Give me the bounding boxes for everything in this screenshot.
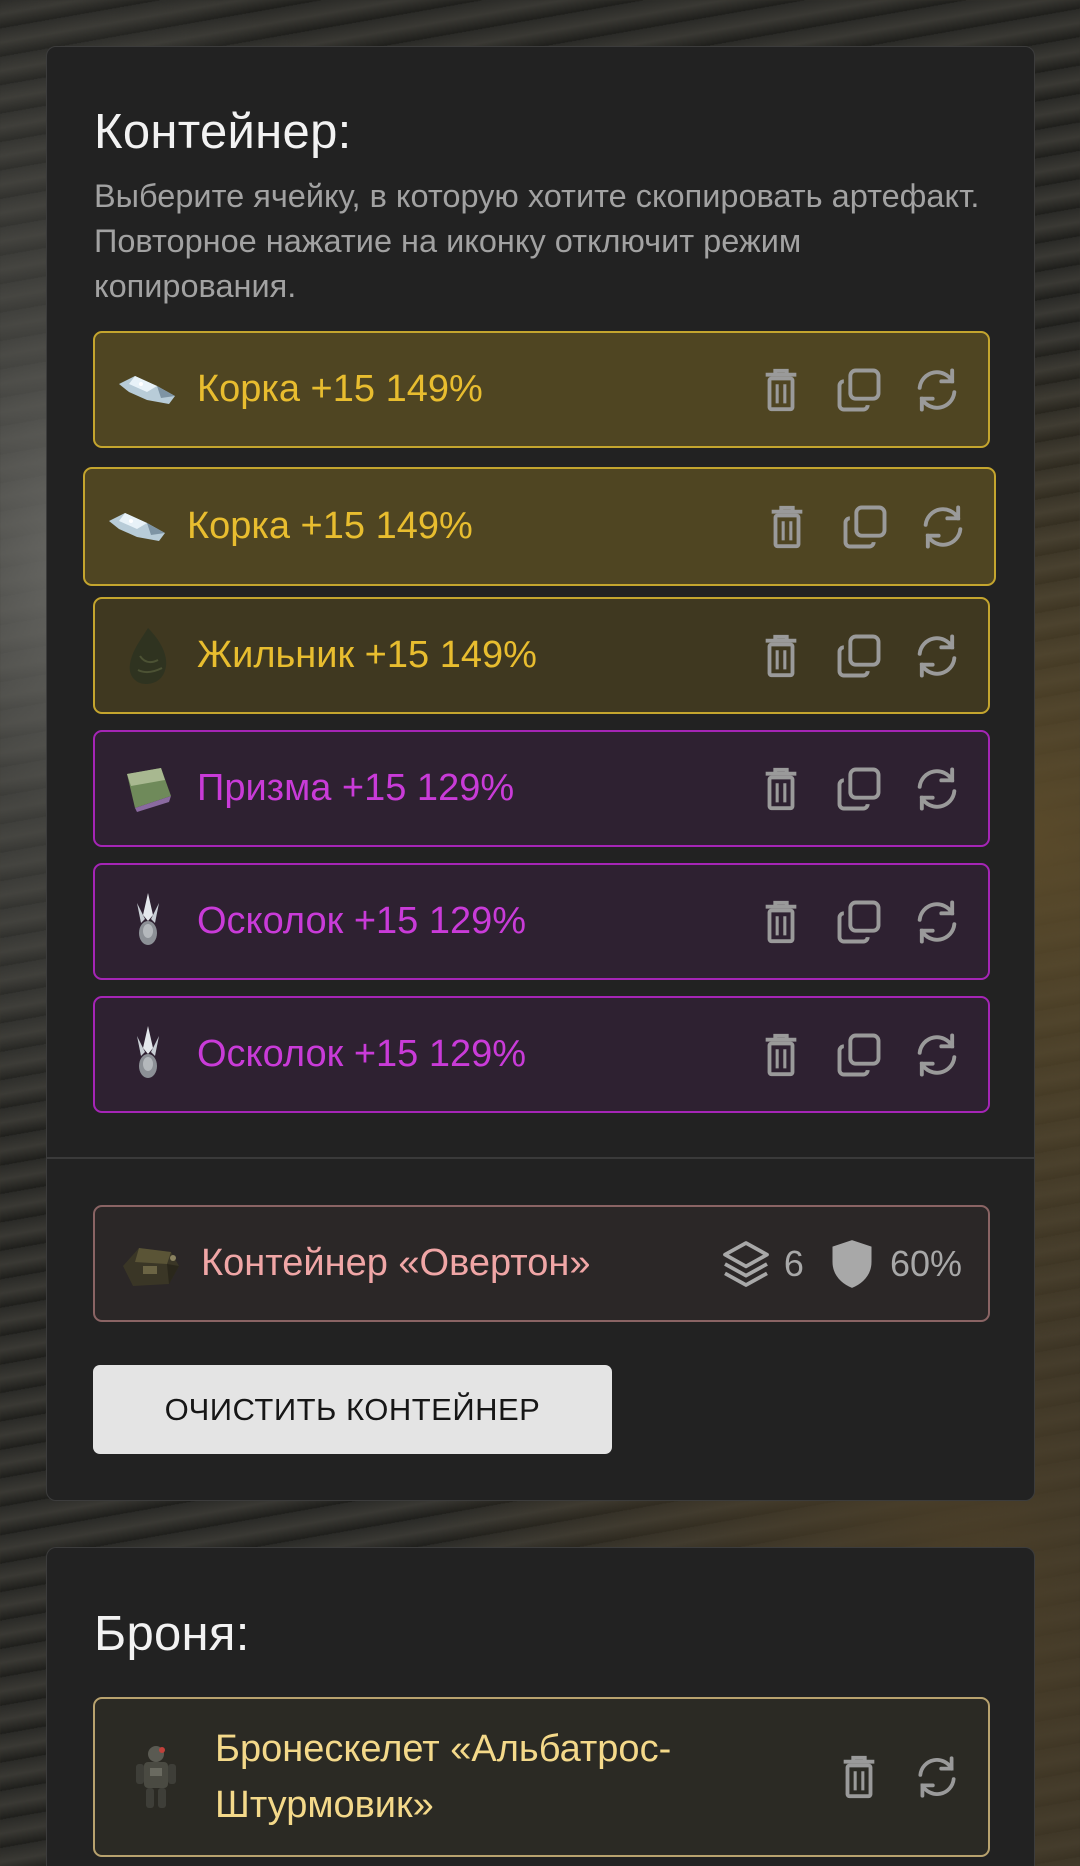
oskolok-artifact-icon [117, 1024, 179, 1086]
container-title: Контейнер: [94, 105, 352, 159]
copy-artifact-button[interactable] [832, 629, 886, 683]
container-protection-value: 60% [889, 1242, 962, 1284]
trash-icon [761, 1032, 801, 1078]
korka-artifact-icon [117, 359, 179, 421]
container-protection-stat: 60% [830, 1238, 962, 1290]
container-slots-count: 6 [783, 1242, 804, 1284]
copy-icon [833, 896, 885, 948]
armor-panel: Броня: Бронескелет «Альбатрос-Штурмовик» [46, 1547, 1035, 1866]
copy-icon [833, 1029, 885, 1081]
prizma-artifact-icon [117, 758, 179, 820]
artifact-slot-label: Корка +15 149% [187, 505, 473, 547]
copy-artifact-button[interactable] [832, 363, 886, 417]
zhilnik-artifact-icon [117, 625, 179, 687]
refresh-icon [911, 364, 963, 416]
armor-item[interactable]: Бронескелет «Альбатрос-Штурмовик» [93, 1697, 990, 1857]
replace-artifact-button[interactable] [910, 762, 964, 816]
replace-artifact-button[interactable] [916, 500, 970, 554]
trash-icon [761, 766, 801, 812]
artifact-slot-label: Жильник +15 149% [197, 634, 537, 676]
delete-artifact-button[interactable] [760, 500, 814, 554]
copy-icon [839, 501, 891, 553]
artifact-slot-label: Осколок +15 129% [197, 900, 527, 942]
artifact-slot[interactable]: Жильник +15 149% [93, 597, 990, 714]
layers-icon [718, 1236, 774, 1292]
container-item-label: Контейнер «Овертон» [201, 1242, 591, 1284]
artifact-slot[interactable]: Призма +15 129% [93, 730, 990, 847]
delete-artifact-button[interactable] [754, 1028, 808, 1082]
copy-icon [833, 364, 885, 416]
section-divider [47, 1157, 1034, 1159]
overton-container-icon [117, 1233, 183, 1295]
shield-icon [830, 1238, 874, 1290]
trash-icon [767, 504, 807, 550]
replace-armor-button[interactable] [910, 1750, 964, 1804]
trash-icon [761, 367, 801, 413]
artifact-slot[interactable]: Корка +15 149% [93, 331, 990, 448]
armor-title: Броня: [94, 1607, 250, 1661]
container-slots-stat: 6 [718, 1236, 804, 1292]
delete-artifact-button[interactable] [754, 762, 808, 816]
refresh-icon [911, 763, 963, 815]
oskolok-artifact-icon [117, 891, 179, 953]
copy-artifact-button[interactable] [832, 1028, 886, 1082]
delete-artifact-button[interactable] [754, 629, 808, 683]
container-description: Выберите ячейку, в которую хотите скопир… [94, 178, 980, 304]
replace-artifact-button[interactable] [910, 629, 964, 683]
copy-icon [833, 630, 885, 682]
copy-artifact-button[interactable] [832, 895, 886, 949]
armor-item-label: Бронескелет «Альбатрос-Штурмовик» [215, 1728, 672, 1826]
korka-artifact-icon [107, 496, 169, 558]
artifact-slot[interactable]: Осколок +15 129% [93, 996, 990, 1113]
refresh-icon [911, 896, 963, 948]
artifact-slot[interactable]: Корка +15 149% [83, 467, 996, 586]
refresh-icon [911, 630, 963, 682]
trash-icon [761, 633, 801, 679]
trash-icon [839, 1754, 879, 1800]
clear-container-button[interactable]: ОЧИСТИТЬ КОНТЕЙНЕР [93, 1365, 612, 1454]
albatros-armor-icon [125, 1746, 187, 1808]
replace-artifact-button[interactable] [910, 895, 964, 949]
delete-artifact-button[interactable] [754, 363, 808, 417]
artifact-slot[interactable]: Осколок +15 129% [93, 863, 990, 980]
replace-artifact-button[interactable] [910, 363, 964, 417]
delete-armor-button[interactable] [832, 1750, 886, 1804]
delete-artifact-button[interactable] [754, 895, 808, 949]
container-item[interactable]: Контейнер «Овертон» 6 60% [93, 1205, 990, 1322]
copy-icon [833, 763, 885, 815]
artifact-slot-label: Призма +15 129% [197, 767, 515, 809]
refresh-icon [912, 1752, 962, 1802]
artifact-slot-label: Осколок +15 129% [197, 1033, 527, 1075]
artifact-slot-label: Корка +15 149% [197, 368, 483, 410]
trash-icon [761, 899, 801, 945]
refresh-icon [917, 501, 969, 553]
container-panel: Контейнер: Выберите ячейку, в которую хо… [46, 46, 1035, 1501]
replace-artifact-button[interactable] [910, 1028, 964, 1082]
copy-artifact-button[interactable] [838, 500, 892, 554]
copy-artifact-button[interactable] [832, 762, 886, 816]
refresh-icon [911, 1029, 963, 1081]
